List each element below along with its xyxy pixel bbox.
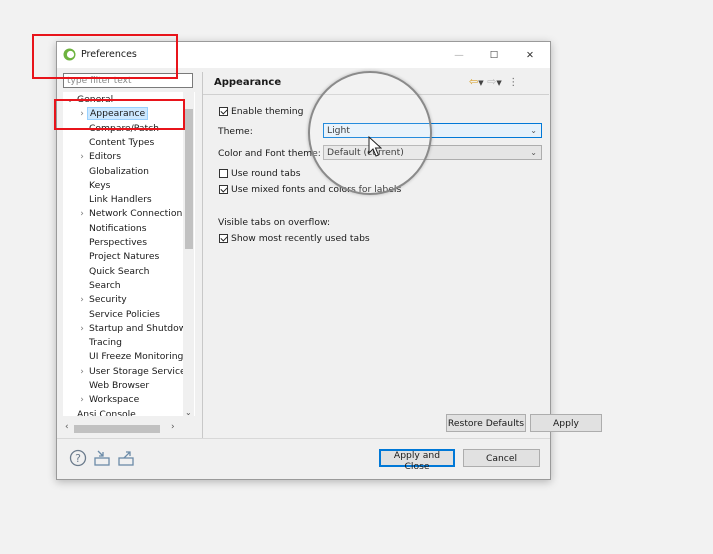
scroll-left-icon[interactable]: ‹ [65,422,69,432]
tree-horizontal-scroll-thumb[interactable] [74,425,160,433]
round-tabs-label: Use round tabs [231,168,301,179]
recent-tabs-checkbox[interactable] [219,234,228,243]
sidebar-item-label: Globalization [89,165,149,177]
mouse-cursor-icon [368,136,382,157]
maximize-icon: ☐ [489,49,499,61]
sidebar-item-label: Link Handlers [89,194,152,206]
annotation-highlight-title [32,34,178,79]
mixed-fonts-checkbox[interactable] [219,185,228,194]
scroll-down-icon[interactable]: ⌄ [185,408,192,417]
theme-label: Theme: [218,126,253,137]
chevron-right-icon[interactable]: › [77,365,87,379]
minimize-icon: — [454,49,464,61]
sidebar-item-label: UI Freeze Monitoring [89,351,184,363]
chevron-right-icon[interactable]: › [77,322,87,336]
color-font-theme-label: Color and Font theme: [218,148,321,159]
view-menu-icon[interactable]: ⋮ [508,77,518,88]
chevron-right-icon[interactable]: › [77,293,87,307]
sidebar-item[interactable]: › Workspace [77,393,141,407]
sidebar-item-label: Notifications [89,222,147,234]
sidebar-item[interactable]: Ansi Console [65,408,138,416]
close-button[interactable]: ✕ [513,42,547,68]
sidebar-item-label: Tracing [89,337,122,349]
annotation-highlight-appearance [54,99,185,130]
sidebar-item[interactable]: Quick Search [77,265,151,279]
sidebar-item[interactable]: Content Types [77,136,156,150]
sidebar-item[interactable]: › Network Connection [77,207,184,221]
sidebar-item-label: Editors [89,151,121,163]
close-icon: ✕ [526,49,534,61]
chevron-down-icon: ⌄ [530,148,537,157]
sidebar-item-label: Network Connection [89,208,183,220]
sidebar-item[interactable]: Project Natures [77,250,161,264]
svg-text:?: ? [75,452,81,465]
sidebar-item[interactable]: Tracing [77,336,124,350]
back-arrow-icon[interactable]: ⇦ [469,75,478,88]
help-icon[interactable]: ? [69,449,87,467]
export-icon[interactable] [117,449,135,467]
magnifier-overlay [308,71,432,195]
chevron-right-icon[interactable]: › [77,150,87,164]
chevron-right-icon[interactable]: › [77,393,87,407]
sidebar-item-label: Security [89,294,127,306]
restore-defaults-button[interactable]: Restore Defaults [446,414,526,432]
chevron-right-icon[interactable]: › [77,207,87,221]
tree-vertical-scroll-thumb[interactable] [185,109,193,249]
forward-arrow-icon[interactable]: ⇨ [487,75,496,88]
enable-theming-checkbox[interactable] [219,107,228,116]
sidebar-item[interactable]: Link Handlers [77,193,154,207]
sidebar-item-label: User Storage Service [89,365,186,377]
scroll-right-icon[interactable]: › [171,422,175,432]
sidebar-item[interactable]: › User Storage Service [77,365,188,379]
sidebar-item-label: Content Types [89,136,155,148]
apply-button[interactable]: Apply [530,414,602,432]
sidebar-item-label: Quick Search [89,265,150,277]
page-title: Appearance [214,77,282,88]
sidebar-item[interactable]: Perspectives [77,236,149,250]
footer-separator [57,438,550,439]
sidebar-item[interactable]: › Editors [77,150,123,164]
sidebar-item[interactable]: Keys [77,179,112,193]
sidebar-item-label: Project Natures [89,251,160,263]
chevron-down-icon: ⌄ [530,126,537,135]
sidebar-item-label: Perspectives [89,237,147,248]
page-navigation: ⇦▼ ⇨▼ ⋮ [469,75,518,88]
overflow-heading: Visible tabs on overflow: [218,217,331,228]
sidebar-item-label: Ansi Console [77,408,136,416]
sidebar-item[interactable]: Globalization [77,165,151,179]
sidebar-item[interactable]: Service Policies [77,308,162,322]
round-tabs-checkbox[interactable] [219,169,228,178]
preference-tree: ⌄ General › Appearance Compare/Patch Content … [63,92,195,416]
sidebar-item[interactable]: UI Freeze Monitoring [77,350,185,364]
sidebar-item-label: Web Browser [89,380,150,391]
sidebar-item[interactable]: › Startup and Shutdow [77,322,188,336]
import-icon[interactable] [93,449,111,467]
cancel-button[interactable]: Cancel [463,449,540,467]
sidebar-item-label: Service Policies [89,308,160,320]
apply-and-close-button[interactable]: Apply and Close [379,449,455,472]
back-dropdown-icon[interactable]: ▼ [478,79,483,87]
sidebar-item-label: Startup and Shutdow [89,322,187,334]
sidebar-item-label: Search [89,279,121,291]
recent-tabs-label: Show most recently used tabs [231,233,370,244]
enable-theming-label: Enable theming [231,106,304,117]
sidebar-item[interactable]: Notifications [77,222,149,236]
sidebar-item[interactable]: Web Browser [77,379,151,393]
forward-dropdown-icon[interactable]: ▼ [496,79,501,87]
maximize-button[interactable]: ☐ [477,42,511,68]
minimize-button[interactable]: — [442,42,476,68]
sidebar-item-label: Workspace [89,394,140,406]
sidebar-item[interactable]: Search [77,279,123,293]
sidebar-item[interactable]: › Security [77,293,129,307]
sidebar-item-label: Keys [89,179,111,191]
